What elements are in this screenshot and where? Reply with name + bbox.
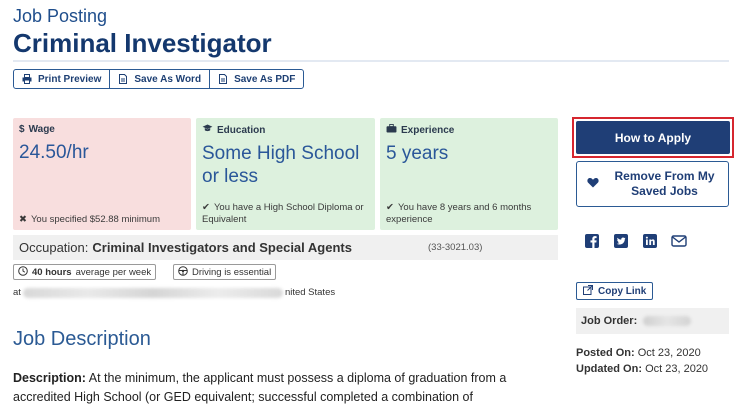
- experience-card-header: Experience: [386, 124, 552, 136]
- check-icon: ✔: [386, 202, 394, 213]
- email-icon[interactable]: [671, 233, 687, 249]
- redacted-address: [22, 287, 283, 298]
- wage-label: Wage: [28, 124, 55, 135]
- dollar-icon: $: [19, 124, 25, 135]
- updated-on-label: Updated On:: [576, 363, 642, 375]
- location-suffix: nited States: [284, 287, 336, 298]
- remove-saved-job-label: Remove From My Saved Jobs: [614, 169, 715, 198]
- experience-value: 5 years: [386, 143, 449, 164]
- posted-on-value: Oct 23, 2020: [637, 347, 701, 359]
- share-links: [584, 233, 687, 249]
- copy-link-button[interactable]: Copy Link: [576, 282, 654, 300]
- how-to-apply-highlight: How to Apply: [572, 117, 734, 158]
- title-divider: [13, 60, 729, 62]
- job-location: at nited States: [13, 287, 335, 298]
- updated-on-row: Updated On: Oct 23, 2020: [576, 361, 708, 377]
- linkedin-icon[interactable]: [642, 233, 658, 249]
- save-as-pdf-label: Save As PDF: [234, 73, 296, 85]
- x-icon: ✖: [19, 214, 27, 225]
- wage-note-text: You specified $52.88 minimum: [30, 214, 160, 225]
- job-description-body: Description: At the minimum, the applica…: [13, 369, 558, 406]
- hours-value: 40 hours: [32, 266, 72, 278]
- hours-badge: 40 hours average per week: [13, 264, 157, 280]
- experience-label: Experience: [401, 124, 455, 136]
- steering-wheel-icon: [178, 265, 188, 279]
- wage-note: ✖ You specified $52.88 minimum: [19, 214, 187, 226]
- save-as-pdf-button[interactable]: Save As PDF: [210, 70, 303, 88]
- driving-badge: Driving is essential: [173, 264, 277, 280]
- description-label: Description:: [13, 371, 86, 385]
- occupation-label: Occupation:: [19, 240, 89, 255]
- clock-icon: [18, 265, 28, 279]
- copy-link-label: Copy Link: [598, 285, 647, 297]
- check-icon: ✔: [202, 202, 210, 213]
- printer-icon: [22, 74, 32, 84]
- experience-note: ✔ You have 8 years and 6 months experienc…: [386, 202, 554, 226]
- education-note: ✔ You have a High School Diploma or Equiv…: [202, 202, 371, 226]
- experience-note-text: You have 8 years and 6 months experience: [386, 202, 532, 225]
- remove-saved-job-button[interactable]: Remove From My Saved Jobs: [576, 161, 729, 207]
- print-preview-label: Print Preview: [38, 73, 102, 85]
- save-as-word-label: Save As Word: [134, 73, 202, 85]
- location-prefix: at: [13, 287, 21, 298]
- export-toolbar: Print Preview Save As Word Save As PDF: [13, 69, 305, 89]
- wage-card-header: $ Wage: [19, 124, 185, 135]
- job-description-heading: Job Description: [13, 328, 151, 350]
- education-note-text: You have a High School Diploma or Equiva…: [202, 202, 364, 225]
- wage-value: 24.50/hr: [19, 142, 89, 163]
- heart-icon: [587, 177, 599, 191]
- education-card-header: Education: [202, 124, 369, 136]
- document-icon: [118, 74, 128, 84]
- redacted-job-order: [643, 316, 692, 326]
- print-preview-button[interactable]: Print Preview: [14, 70, 111, 88]
- experience-card: Experience 5 years ✔ You have 8 years and…: [380, 118, 558, 230]
- education-value: Some High School or less: [202, 143, 360, 187]
- facebook-icon[interactable]: [584, 233, 600, 249]
- occupation-value: Criminal Investigators and Special Agent…: [92, 240, 352, 255]
- occupation-row: Occupation: Criminal Investigators and S…: [13, 235, 558, 260]
- page-title: Criminal Investigator: [13, 28, 272, 58]
- save-as-word-button[interactable]: Save As Word: [110, 70, 211, 88]
- briefcase-icon: [386, 124, 397, 136]
- education-card: Education Some High School or less ✔ You …: [196, 118, 375, 230]
- updated-on-value: Oct 23, 2020: [645, 363, 709, 375]
- hours-text: average per week: [75, 266, 152, 278]
- posting-dates: Posted On: Oct 23, 2020 Updated On: Oct …: [576, 345, 708, 377]
- twitter-icon[interactable]: [613, 233, 629, 249]
- occupation-code: (33-3021.03): [428, 242, 483, 253]
- document-icon: [218, 74, 228, 84]
- posted-on-row: Posted On: Oct 23, 2020: [576, 345, 708, 361]
- posted-on-label: Posted On:: [576, 347, 635, 359]
- external-link-icon: [583, 284, 593, 298]
- education-label: Education: [217, 124, 266, 136]
- how-to-apply-button[interactable]: How to Apply: [576, 121, 730, 154]
- page-kicker: Job Posting: [13, 6, 108, 26]
- job-order-label: Job Order:: [581, 315, 638, 327]
- job-order-row: Job Order:: [576, 308, 729, 334]
- description-text: At the minimum, the applicant must posse…: [13, 371, 507, 404]
- driving-text: Driving is essential: [192, 266, 272, 278]
- wage-card: $ Wage 24.50/hr ✖ You specified $52.88 mi…: [13, 118, 191, 230]
- graduation-cap-icon: [202, 124, 213, 136]
